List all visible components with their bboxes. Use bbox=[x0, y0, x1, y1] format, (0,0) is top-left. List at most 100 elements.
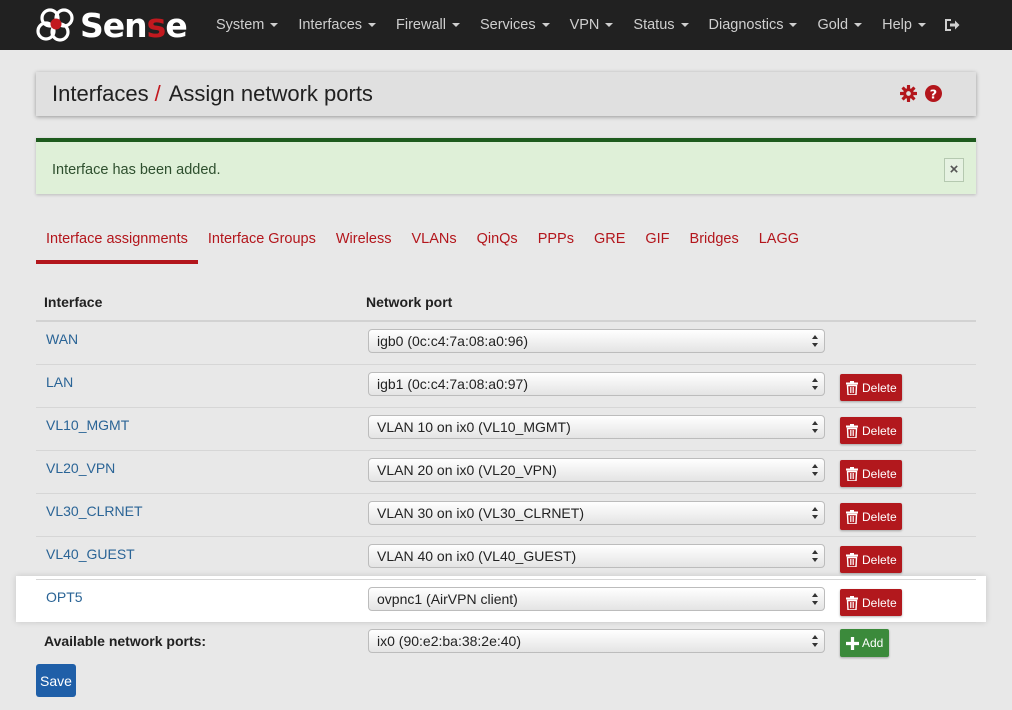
interface-link[interactable]: OPT5 bbox=[46, 589, 83, 605]
table-row: LAN igb1 (0c:c4:7a:08:a0:97) Delete bbox=[36, 365, 976, 408]
page-title: Assign network ports bbox=[168, 81, 373, 106]
column-header-network-port: Network port bbox=[366, 294, 453, 310]
nav-item-interfaces[interactable]: Interfaces bbox=[288, 0, 386, 50]
available-port-select[interactable]: ix0 (90:e2:ba:38:2e:40) bbox=[368, 629, 825, 653]
tab-gre[interactable]: GRE bbox=[584, 226, 635, 264]
caret-down-icon bbox=[854, 23, 863, 27]
nav-item-vpn[interactable]: VPN bbox=[560, 0, 624, 50]
nav-item-label: Gold bbox=[817, 17, 849, 33]
nav-item-label: Diagnostics bbox=[708, 17, 784, 33]
nav-item-services[interactable]: Services bbox=[470, 0, 560, 50]
network-port-select[interactable]: VLAN 30 on ix0 (VL30_CLRNET) bbox=[368, 501, 825, 525]
nav-item-label: VPN bbox=[569, 17, 600, 33]
delete-button[interactable]: Delete bbox=[840, 374, 902, 401]
delete-button[interactable]: Delete bbox=[840, 503, 902, 530]
network-port-value: VLAN 30 on ix0 (VL30_CLRNET) bbox=[377, 505, 584, 521]
interface-link[interactable]: VL10_MGMT bbox=[46, 417, 129, 433]
table-row: VL40_GUEST VLAN 40 on ix0 (VL40_GUEST) Del… bbox=[36, 537, 976, 580]
select-arrows-icon bbox=[812, 378, 818, 390]
caret-down-icon bbox=[605, 23, 614, 27]
network-port-select[interactable]: igb0 (0c:c4:7a:08:a0:96) bbox=[368, 329, 825, 353]
network-port-value: igb0 (0c:c4:7a:08:a0:96) bbox=[377, 333, 528, 349]
add-button-label: Add bbox=[862, 636, 884, 650]
network-port-select[interactable]: ovpnc1 (AirVPN client) bbox=[368, 587, 825, 611]
tab-wireless[interactable]: Wireless bbox=[326, 226, 402, 264]
select-arrows-icon bbox=[812, 421, 818, 433]
interface-link[interactable]: WAN bbox=[46, 331, 78, 347]
nav-item-label: Interfaces bbox=[298, 17, 363, 33]
delete-button-label: Delete bbox=[862, 509, 897, 524]
interface-link[interactable]: VL40_GUEST bbox=[46, 546, 135, 562]
delete-button-label: Delete bbox=[862, 380, 897, 395]
tab-interface-assignments[interactable]: Interface assignments bbox=[36, 226, 198, 264]
gear-icon[interactable] bbox=[900, 85, 917, 102]
available-ports-label: Available network ports: bbox=[44, 633, 207, 649]
nav-item-system[interactable]: System bbox=[206, 0, 288, 50]
caret-down-icon bbox=[270, 23, 279, 27]
page-header: Interfaces / Assign network ports ? bbox=[36, 72, 976, 116]
nav-item-diagnostics[interactable]: Diagnostics bbox=[699, 0, 808, 50]
select-arrows-icon bbox=[812, 464, 818, 476]
delete-button-label: Delete bbox=[862, 552, 897, 567]
tab-qinqs[interactable]: QinQs bbox=[467, 226, 528, 264]
brand-name: Sense bbox=[80, 5, 188, 45]
delete-button[interactable]: Delete bbox=[840, 589, 902, 616]
pfsense-logo-icon bbox=[36, 8, 74, 42]
caret-down-icon bbox=[368, 23, 377, 27]
success-alert: Interface has been added. × bbox=[36, 138, 976, 194]
network-port-select[interactable]: igb1 (0c:c4:7a:08:a0:97) bbox=[368, 372, 825, 396]
plus-icon bbox=[846, 636, 859, 650]
nav-item-label: Firewall bbox=[396, 17, 446, 33]
tab-interface-groups[interactable]: Interface Groups bbox=[198, 226, 326, 264]
delete-button[interactable]: Delete bbox=[840, 460, 902, 487]
network-port-select[interactable]: VLAN 10 on ix0 (VL10_MGMT) bbox=[368, 415, 825, 439]
tab-bridges[interactable]: Bridges bbox=[680, 226, 749, 264]
caret-down-icon bbox=[917, 23, 926, 27]
alert-close-button[interactable]: × bbox=[944, 158, 964, 182]
network-port-select[interactable]: VLAN 40 on ix0 (VL40_GUEST) bbox=[368, 544, 825, 568]
nav-item-label: Status bbox=[633, 17, 675, 33]
breadcrumb-interfaces[interactable]: Interfaces bbox=[52, 81, 149, 106]
svg-text:?: ? bbox=[930, 87, 937, 102]
network-port-value: igb1 (0c:c4:7a:08:a0:97) bbox=[377, 376, 528, 392]
nav-menu: System Interfaces Firewall Services VPN Statu… bbox=[206, 0, 936, 50]
select-arrows-icon bbox=[812, 550, 818, 562]
help-icon[interactable]: ? bbox=[925, 85, 942, 102]
table-row: VL10_MGMT VLAN 10 on ix0 (VL10_MGMT) Delet… bbox=[36, 408, 976, 451]
tab-vlans[interactable]: VLANs bbox=[401, 226, 466, 264]
tab-ppps[interactable]: PPPs bbox=[528, 226, 584, 264]
sign-out-icon[interactable] bbox=[936, 0, 968, 50]
trash-icon bbox=[846, 380, 858, 395]
nav-item-status[interactable]: Status bbox=[623, 0, 698, 50]
tab-gif[interactable]: GIF bbox=[635, 226, 679, 264]
nav-item-firewall[interactable]: Firewall bbox=[386, 0, 470, 50]
delete-button[interactable]: Delete bbox=[840, 417, 902, 444]
tab-lagg[interactable]: LAGG bbox=[749, 226, 809, 264]
interface-link[interactable]: VL20_VPN bbox=[46, 460, 115, 476]
network-port-value: VLAN 20 on ix0 (VL20_VPN) bbox=[377, 462, 557, 478]
breadcrumb: Interfaces / Assign network ports bbox=[52, 81, 373, 107]
nav-item-help[interactable]: Help bbox=[872, 0, 936, 50]
nav-item-gold[interactable]: Gold bbox=[807, 0, 872, 50]
network-port-select[interactable]: VLAN 20 on ix0 (VL20_VPN) bbox=[368, 458, 825, 482]
caret-down-icon bbox=[680, 23, 689, 27]
trash-icon bbox=[846, 552, 858, 567]
available-ports-row: Available network ports: ix0 (90:e2:ba:3… bbox=[36, 623, 976, 669]
delete-button-label: Delete bbox=[862, 595, 897, 610]
caret-down-icon bbox=[451, 23, 460, 27]
brand-logo[interactable]: Sense bbox=[36, 0, 206, 50]
save-button[interactable]: Save bbox=[36, 664, 76, 697]
select-arrows-icon bbox=[812, 593, 818, 605]
caret-down-icon bbox=[541, 23, 550, 27]
interface-link[interactable]: LAN bbox=[46, 374, 73, 390]
available-port-value: ix0 (90:e2:ba:38:2e:40) bbox=[377, 633, 521, 649]
column-header-interface: Interface bbox=[44, 294, 103, 310]
delete-button[interactable]: Delete bbox=[840, 546, 902, 573]
interface-link[interactable]: VL30_CLRNET bbox=[46, 503, 143, 519]
caret-down-icon bbox=[789, 23, 798, 27]
nav-item-label: Services bbox=[479, 17, 536, 33]
select-arrows-icon bbox=[812, 507, 818, 519]
network-port-value: VLAN 40 on ix0 (VL40_GUEST) bbox=[377, 548, 577, 564]
assignments-table: Interface Network port WAN igb0 (0c:c4:7a… bbox=[36, 282, 976, 669]
add-button[interactable]: Add bbox=[840, 629, 889, 657]
